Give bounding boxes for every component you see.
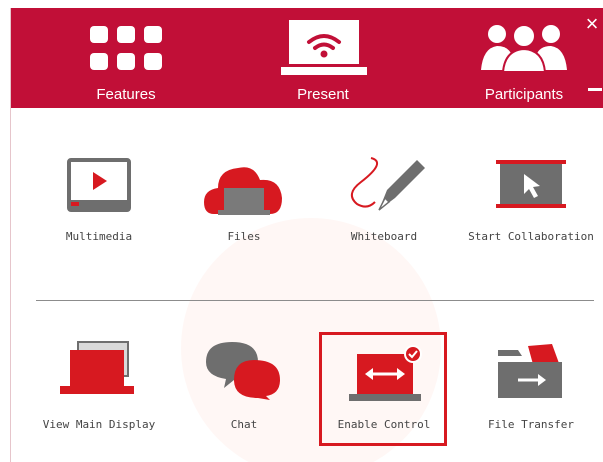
section-divider xyxy=(36,300,594,301)
people-icon xyxy=(479,22,569,78)
tab-features[interactable]: Features xyxy=(71,8,181,108)
tile-chat-label: Chat xyxy=(230,418,258,431)
tab-participants[interactable]: Participants xyxy=(457,8,591,108)
tile-enable-control[interactable]: Enable Control xyxy=(319,108,449,431)
tile-files-label: Files xyxy=(227,230,261,243)
close-button[interactable]: × xyxy=(582,12,602,36)
tile-whiteboard-label: Whiteboard xyxy=(350,230,418,243)
folder-transfer-icon xyxy=(466,108,596,398)
tab-present[interactable]: Present xyxy=(261,8,385,108)
enable-control-highlight-box xyxy=(319,332,447,446)
laptop-wifi-icon xyxy=(281,20,367,80)
remote-control-icon xyxy=(319,108,449,401)
tile-view-main-display[interactable]: View Main Display xyxy=(34,108,164,431)
tile-view-main-display-label: View Main Display xyxy=(42,418,156,431)
tab-features-label: Features xyxy=(96,86,156,103)
grid-icon xyxy=(90,26,162,76)
features-panel: Multimedia Files Whiteboard Start Collab… xyxy=(11,108,603,462)
tile-multimedia-label: Multimedia xyxy=(65,230,133,243)
laptop-display-icon xyxy=(34,108,164,394)
chat-bubbles-icon xyxy=(179,108,309,400)
tile-file-transfer-label: File Transfer xyxy=(487,418,575,431)
tile-file-transfer[interactable]: File Transfer xyxy=(466,108,596,431)
tile-chat[interactable]: Chat xyxy=(179,108,309,431)
header-bar: Features Present Participants × xyxy=(11,8,603,108)
tab-present-label: Present xyxy=(297,86,349,103)
tile-start-collaboration-label: Start Collaboration xyxy=(468,230,594,243)
tab-participants-label: Participants xyxy=(484,86,564,103)
app-window: Features Present Participants × Multimed… xyxy=(10,8,603,462)
minimize-button[interactable] xyxy=(588,88,602,91)
